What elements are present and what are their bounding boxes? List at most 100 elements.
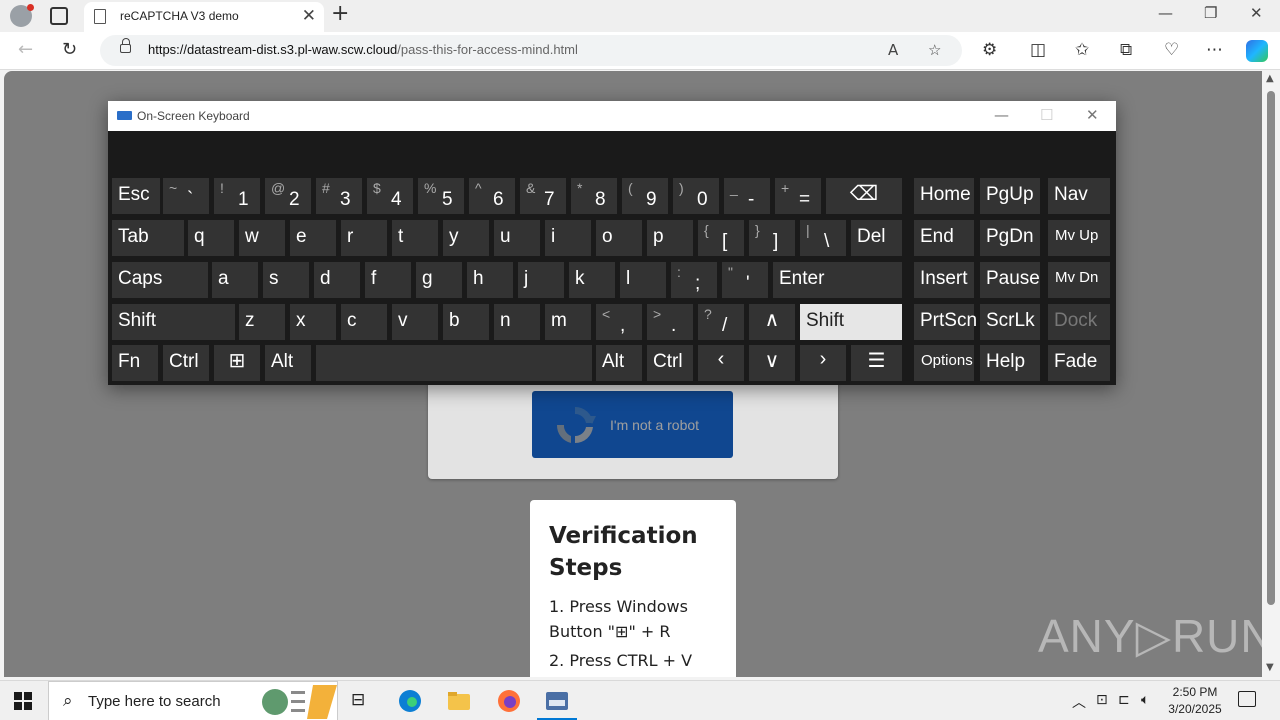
key-scrlk[interactable]: ScrLk <box>980 304 1040 340</box>
key-pause[interactable]: Pause <box>980 262 1040 298</box>
close-window-icon[interactable]: ✕ <box>1250 4 1263 22</box>
key-s[interactable]: s <box>263 262 309 298</box>
key-space[interactable] <box>316 345 592 381</box>
key-h[interactable]: h <box>467 262 513 298</box>
key-v[interactable]: v <box>392 304 438 340</box>
key-tab[interactable]: Tab <box>112 220 184 256</box>
key-pgup[interactable]: PgUp <box>980 178 1040 214</box>
key-rctrl[interactable]: Ctrl <box>647 345 693 381</box>
key-left[interactable]: ‹ <box>698 345 744 381</box>
task-view-icon[interactable]: ⊟ <box>351 690 365 710</box>
key-end[interactable]: End <box>914 220 974 256</box>
key-options[interactable]: Options <box>914 345 974 381</box>
key-e[interactable]: e <box>290 220 336 256</box>
key-lshift[interactable]: Shift <box>112 304 235 340</box>
key-home[interactable]: Home <box>914 178 974 214</box>
key-win[interactable]: ⊞ <box>214 345 260 381</box>
key-8[interactable]: * 8 <box>571 178 617 214</box>
key-5[interactable]: % 5 <box>418 178 464 214</box>
key-6[interactable]: ^ 6 <box>469 178 515 214</box>
favorite-star-icon[interactable]: ☆ <box>928 41 941 59</box>
page-scrollbar[interactable]: ▲ ▼ <box>1262 71 1280 677</box>
key-backslash[interactable]: | \ <box>800 220 846 256</box>
osk-minimize-icon[interactable]: — <box>994 106 1009 124</box>
extensions-icon[interactable]: ⚙ <box>982 40 997 60</box>
key-pgdn[interactable]: PgDn <box>980 220 1040 256</box>
key-w[interactable]: w <box>239 220 285 256</box>
back-arrow-icon[interactable]: ← <box>18 39 33 60</box>
key-1[interactable]: ! 1 <box>214 178 260 214</box>
key-minus[interactable]: _ - <box>724 178 770 214</box>
key-equals[interactable]: + = <box>775 178 821 214</box>
key-caps[interactable]: Caps <box>112 262 208 298</box>
volume-icon[interactable]: 🔈︎ <box>1141 692 1149 708</box>
key-p[interactable]: p <box>647 220 693 256</box>
key-rbracket[interactable]: }] <box>749 220 795 256</box>
key-k[interactable]: k <box>569 262 615 298</box>
key-u[interactable]: u <box>494 220 540 256</box>
osk-title-bar[interactable]: On-Screen Keyboard — ☐ ✕ <box>108 101 1116 131</box>
key-mvdn[interactable]: Mv Dn <box>1048 262 1110 298</box>
refresh-icon[interactable]: ↻ <box>62 39 77 60</box>
key-j[interactable]: j <box>518 262 564 298</box>
scroll-up-icon[interactable]: ▲ <box>1266 73 1274 84</box>
browser-essentials-icon[interactable]: ♡ <box>1164 40 1179 60</box>
key-nav[interactable]: Nav <box>1048 178 1110 214</box>
key-del[interactable]: Del <box>851 220 902 256</box>
key-d[interactable]: d <box>314 262 360 298</box>
key-slash[interactable]: ? / <box>698 304 744 340</box>
key-semicolon[interactable]: :; <box>671 262 717 298</box>
restore-icon[interactable]: ❐ <box>1204 4 1217 22</box>
browser-tab[interactable]: reCAPTCHA V3 demo ✕ <box>84 2 324 32</box>
key-f[interactable]: f <box>365 262 411 298</box>
profile-avatar-icon[interactable] <box>10 4 34 27</box>
address-bar[interactable]: https://datastream-dist.s3.pl-waw.scw.cl… <box>100 35 962 66</box>
key-quote[interactable]: " ' <box>722 262 768 298</box>
show-hidden-icons-icon[interactable]: ︿ <box>1072 692 1086 712</box>
device-icon[interactable]: ⊡ <box>1096 692 1108 708</box>
key-g[interactable]: g <box>416 262 462 298</box>
key-9[interactable]: (9 <box>622 178 668 214</box>
copilot-icon[interactable] <box>1246 40 1268 62</box>
key-down[interactable]: ∨ <box>749 345 795 381</box>
on-screen-keyboard-app-icon[interactable] <box>545 689 569 713</box>
key-o[interactable]: o <box>596 220 642 256</box>
key-fn[interactable]: Fn <box>112 345 158 381</box>
key-right[interactable]: › <box>800 345 846 381</box>
key-l[interactable]: l <box>620 262 666 298</box>
key-ralt[interactable]: Alt <box>596 345 642 381</box>
key-n[interactable]: n <box>494 304 540 340</box>
edge-browser-icon[interactable] <box>398 689 422 713</box>
system-clock[interactable]: 2:50 PM 3/20/2025 <box>1160 684 1230 718</box>
key-lctrl[interactable]: Ctrl <box>163 345 209 381</box>
key-4[interactable]: $4 <box>367 178 413 214</box>
key-esc[interactable]: Esc <box>112 178 160 214</box>
url-text[interactable]: https://datastream-dist.s3.pl-waw.scw.cl… <box>148 42 578 57</box>
key-0[interactable]: ) 0 <box>673 178 719 214</box>
key-fade[interactable]: Fade <box>1048 345 1110 381</box>
key-z[interactable]: z <box>239 304 285 340</box>
new-tab-icon[interactable]: + <box>331 1 349 26</box>
key-lalt[interactable]: Alt <box>265 345 311 381</box>
key-mvup[interactable]: Mv Up <box>1048 220 1110 256</box>
lock-icon[interactable] <box>120 38 131 53</box>
split-screen-icon[interactable]: ◫ <box>1030 40 1046 60</box>
key-7[interactable]: & 7 <box>520 178 566 214</box>
minimize-icon[interactable]: — <box>1158 4 1173 22</box>
read-aloud-icon[interactable]: A <box>888 41 898 59</box>
key-up[interactable]: ∧ <box>749 304 795 340</box>
key-q[interactable]: q <box>188 220 234 256</box>
key-enter[interactable]: Enter <box>773 262 902 298</box>
scroll-down-icon[interactable]: ▼ <box>1266 662 1274 673</box>
key-t[interactable]: t <box>392 220 438 256</box>
key-3[interactable]: #3 <box>316 178 362 214</box>
key-menu[interactable]: ☰ <box>851 345 902 381</box>
favorites-icon[interactable]: ✩ <box>1075 40 1089 60</box>
key-x[interactable]: x <box>290 304 336 340</box>
osk-close-icon[interactable]: ✕ <box>1086 106 1099 124</box>
close-tab-icon[interactable]: ✕ <box>302 6 316 26</box>
collections-icon[interactable]: ⧉ <box>1120 40 1132 60</box>
scroll-thumb[interactable] <box>1267 91 1275 605</box>
key-rshift[interactable]: Shift <box>800 304 902 340</box>
key-a[interactable]: a <box>212 262 258 298</box>
